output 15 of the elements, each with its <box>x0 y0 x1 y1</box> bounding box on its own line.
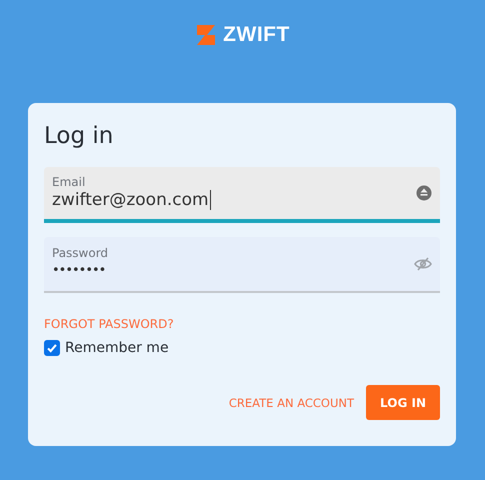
field-label: Email <box>52 175 86 189</box>
autofill-icon[interactable] <box>416 185 432 201</box>
forgot-password-link[interactable]: FORGOT PASSWORD? <box>44 317 174 331</box>
login-button[interactable]: LOG IN <box>366 385 440 420</box>
logo-text: ZWIFT <box>223 24 290 46</box>
field-value: •••••••• <box>52 262 106 280</box>
field-label: Password <box>52 246 108 260</box>
input-field[interactable]: Password •••••••• <box>44 237 440 293</box>
remember-checkbox[interactable] <box>44 340 60 356</box>
field-value: zwifter@zoon.com <box>52 189 211 211</box>
create-account-link[interactable]: CREATE AN ACCOUNT <box>228 396 354 410</box>
page-title: Log in <box>44 122 114 151</box>
logo-icon <box>195 24 218 46</box>
remember-label: Remember me <box>65 340 169 356</box>
input-field[interactable]: Email zwifter@zoon.com <box>44 167 440 223</box>
